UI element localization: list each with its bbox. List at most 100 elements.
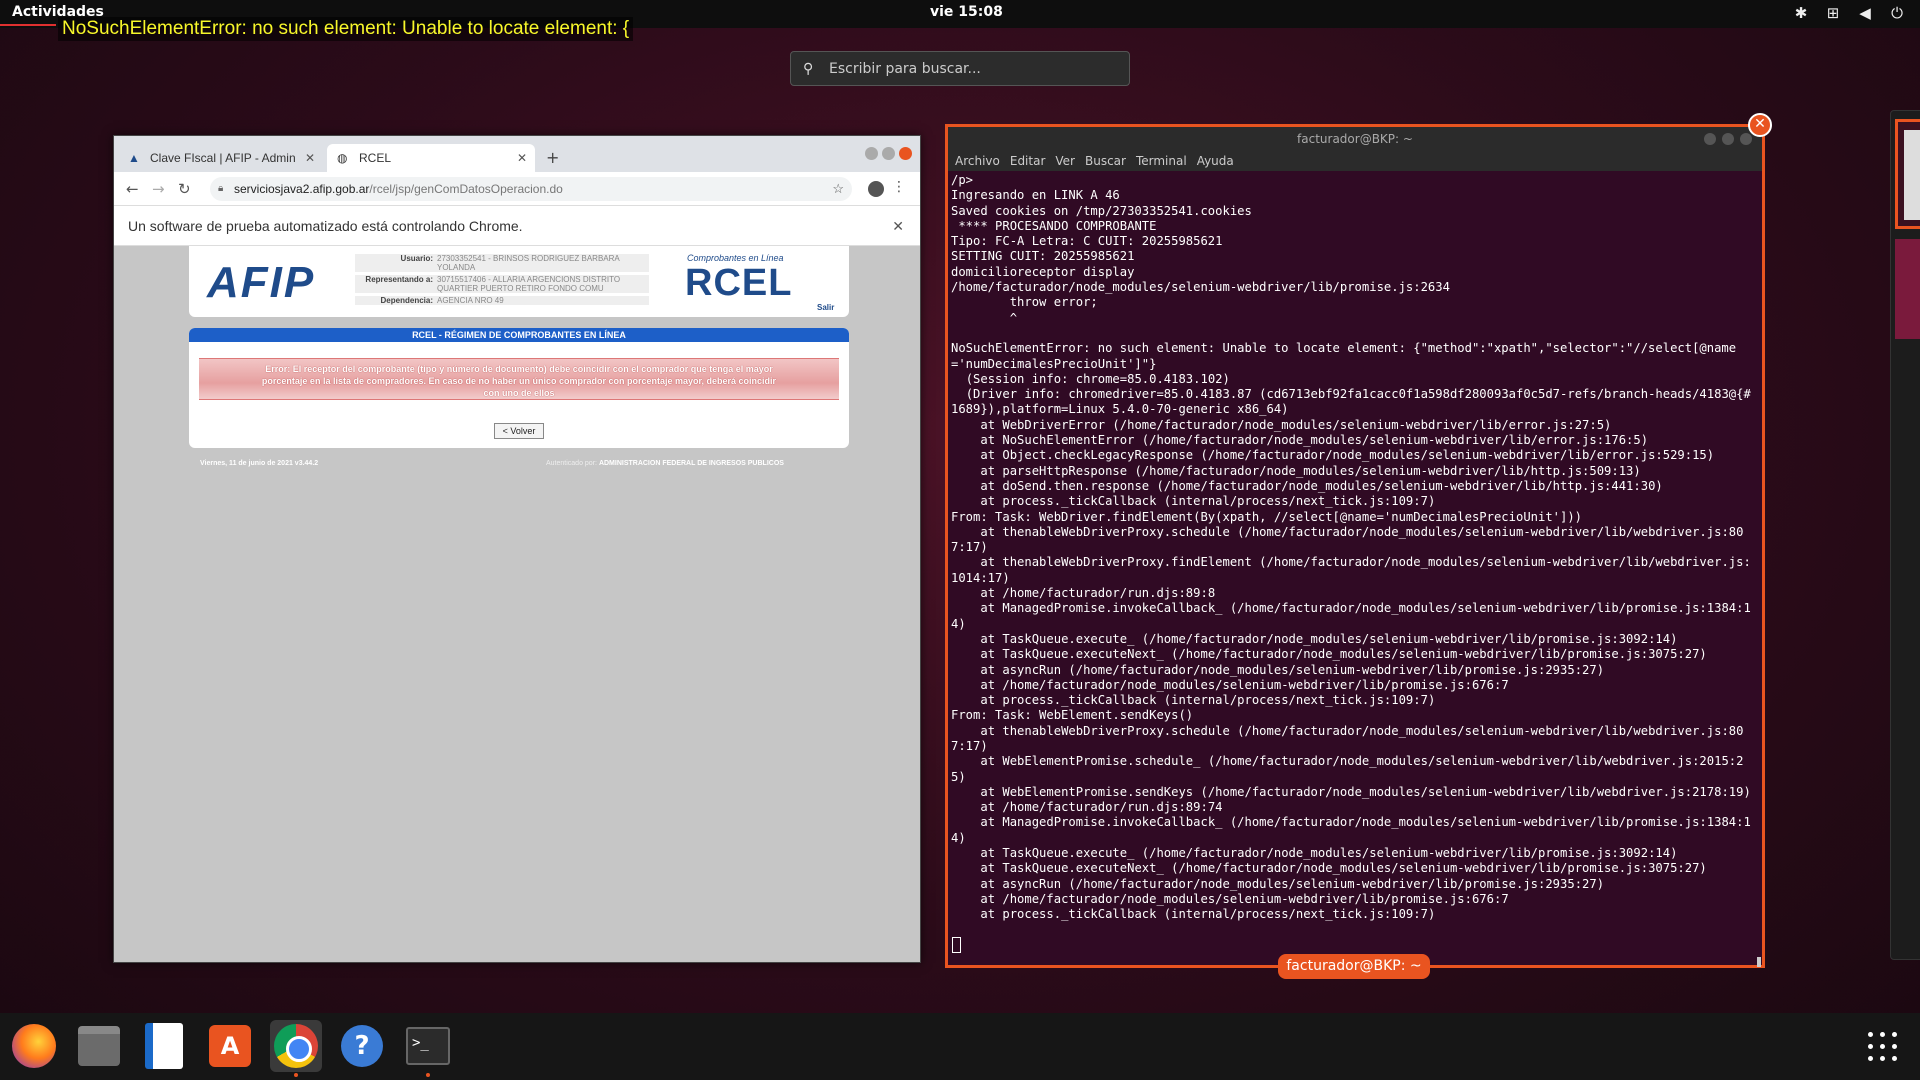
close-window-button[interactable] <box>899 147 912 160</box>
salir-link[interactable]: Salir <box>817 303 834 312</box>
close-icon[interactable]: ✕ <box>1748 113 1772 137</box>
afip-header: AFIP Usuario: 27303352541 - BRINSOS RODRI… <box>189 246 849 317</box>
dock-help[interactable]: ? <box>336 1020 388 1072</box>
globe-icon: ◍ <box>337 151 348 165</box>
close-button[interactable] <box>1740 133 1752 145</box>
rcel-logo: RCEL <box>685 262 793 304</box>
running-indicator <box>294 1073 298 1077</box>
terminal-menu-bar: Archivo Editar Ver Buscar Terminal Ayuda <box>948 151 1762 171</box>
workspace-thumbnail <box>1904 130 1920 220</box>
terminal-scrollbar[interactable] <box>1757 957 1761 967</box>
usuario-value: 27303352541 - BRINSOS RODRIGUEZ BARBARA … <box>437 254 620 272</box>
volver-button[interactable]: < Volver <box>494 423 544 439</box>
terminal-title: facturador@BKP: ~ <box>948 127 1762 151</box>
error-overlay-text: NoSuchElementError: no such element: Una… <box>58 17 634 41</box>
tab-label: Clave FIscal | AFIP - Admin <box>150 151 296 165</box>
system-tray[interactable]: ✱ ⊞ ◀ ⏻ <box>1792 4 1906 22</box>
show-applications-icon[interactable] <box>1868 1032 1898 1062</box>
terminal-output[interactable]: /p> Ingresando en LINK A 46 Saved cookie… <box>951 173 1761 943</box>
maximize-button[interactable] <box>1722 133 1734 145</box>
close-infobar-icon[interactable]: ✕ <box>892 206 904 246</box>
network-icon[interactable]: ⊞ <box>1824 4 1842 22</box>
search-placeholder: Escribir para buscar... <box>829 60 981 77</box>
representando-value: 30715517406 - ALLARIA ARGENCIONS DISTRIT… <box>437 275 621 293</box>
afip-icon: ▲ <box>128 151 140 165</box>
footer-auth-prefix: Autenticado por: <box>546 460 597 467</box>
infobar-text: Un software de prueba automatizado está … <box>128 218 523 234</box>
running-indicator <box>426 1073 430 1077</box>
menu-terminal[interactable]: Terminal <box>1136 151 1187 171</box>
footer-auth-org: ADMINISTRACION FEDERAL DE INGRESOS PUBLI… <box>598 460 784 467</box>
power-icon[interactable]: ⏻ <box>1888 4 1906 22</box>
dock-chrome[interactable] <box>270 1020 322 1072</box>
lock-icon[interactable]: 🔒︎ <box>218 177 223 201</box>
terminal-title-text: facturador@BKP: ~ <box>1297 132 1413 146</box>
dock-firefox[interactable] <box>8 1020 60 1072</box>
maximize-button[interactable] <box>882 147 895 160</box>
footer-date: Viernes, 11 de junio de 2021 v3.44.2 <box>200 460 319 467</box>
terminal-window-controls <box>1704 133 1752 145</box>
url-path: /rcel/jsp/genComDatosOperacion.do <box>369 182 563 196</box>
terminal-cursor <box>952 937 961 953</box>
workspace-1[interactable] <box>1895 119 1920 229</box>
terminal-window[interactable]: facturador@BKP: ~ Archivo Editar Ver Bus… <box>945 124 1765 968</box>
tab-label: RCEL <box>359 151 392 165</box>
minimize-button[interactable] <box>1704 133 1716 145</box>
menu-ver[interactable]: Ver <box>1055 151 1075 171</box>
search-icon: ⚲ <box>803 60 814 77</box>
usuario-label: Usuario: <box>400 254 433 263</box>
close-tab-icon[interactable]: ✕ <box>305 151 315 165</box>
menu-icon[interactable]: ⋮ <box>892 179 906 195</box>
reload-icon[interactable]: ↻ <box>178 180 191 198</box>
tab-rcel[interactable]: ◍ RCEL ✕ <box>327 144 535 172</box>
new-tab-button[interactable]: + <box>546 148 559 167</box>
files-icon <box>78 1026 120 1066</box>
chrome-window[interactable]: ▲ Clave FIscal | AFIP - Admin ✕ ◍ RCEL ✕… <box>113 135 921 963</box>
bookmark-star-icon[interactable]: ☆ <box>832 177 844 201</box>
browser-toolbar: ← → ↻ 🔒︎ serviciosjava2.afip.gob.ar/rcel… <box>114 172 920 206</box>
panel-title: RCEL - RÉGIMEN DE COMPROBANTES EN LÍNEA <box>189 328 849 342</box>
dock-writer[interactable] <box>138 1020 190 1072</box>
chrome-icon <box>274 1024 318 1068</box>
menu-ayuda[interactable]: Ayuda <box>1197 151 1234 171</box>
representando-label: Representando a: <box>365 275 433 284</box>
dock-terminal[interactable]: >_ <box>402 1020 454 1072</box>
tab-clave-fiscal[interactable]: ▲ Clave FIscal | AFIP - Admin ✕ <box>118 144 323 172</box>
search-input[interactable]: ⚲ Escribir para buscar... <box>790 51 1130 86</box>
window-label: facturador@BKP: ~ <box>1278 954 1430 979</box>
workspace-switcher[interactable] <box>1890 110 1920 960</box>
account-icon[interactable] <box>868 181 884 197</box>
dependencia-value: AGENCIA NRO 49 <box>437 296 504 305</box>
tab-strip: ▲ Clave FIscal | AFIP - Admin ✕ ◍ RCEL ✕… <box>114 136 920 172</box>
menu-buscar[interactable]: Buscar <box>1085 151 1126 171</box>
address-bar[interactable]: 🔒︎ serviciosjava2.afip.gob.ar/rcel/jsp/g… <box>210 177 852 201</box>
back-icon[interactable]: ← <box>126 180 139 198</box>
forward-icon[interactable]: → <box>152 180 165 198</box>
dock-software[interactable]: A <box>204 1020 256 1072</box>
writer-icon <box>145 1023 183 1069</box>
url-host: serviciosjava2.afip.gob.ar <box>234 182 370 196</box>
activities-underline <box>0 24 56 26</box>
minimize-button[interactable] <box>865 147 878 160</box>
rcel-logo-box: Comprobantes en Línea RCEL <box>679 253 809 313</box>
dock-files[interactable] <box>73 1020 125 1072</box>
software-store-icon: A <box>209 1025 251 1067</box>
bluetooth-icon[interactable]: ✱ <box>1792 4 1810 22</box>
rcel-panel: RCEL - RÉGIMEN DE COMPROBANTES EN LÍNEA … <box>189 328 849 448</box>
volume-icon[interactable]: ◀ <box>1856 4 1874 22</box>
help-icon: ? <box>341 1025 383 1067</box>
terminal-icon: >_ <box>406 1027 450 1065</box>
window-controls <box>865 147 912 160</box>
footer-auth: Autenticado por: ADMINISTRACION FEDERAL … <box>546 460 784 467</box>
workspace-2[interactable] <box>1895 239 1920 339</box>
page-content: AFIP Usuario: 27303352541 - BRINSOS RODRI… <box>114 246 920 962</box>
user-info: Usuario: 27303352541 - BRINSOS RODRIGUEZ … <box>355 254 649 308</box>
firefox-icon <box>12 1024 56 1068</box>
close-tab-icon[interactable]: ✕ <box>517 151 527 165</box>
afip-logo: AFIP <box>207 258 316 307</box>
menu-editar[interactable]: Editar <box>1010 151 1046 171</box>
error-message: Error: El receptor del comprobante (tipo… <box>199 358 839 400</box>
dependencia-label: Dependencia: <box>380 296 433 305</box>
clock[interactable]: vie 15:08 <box>930 4 1003 20</box>
menu-archivo[interactable]: Archivo <box>955 151 1000 171</box>
